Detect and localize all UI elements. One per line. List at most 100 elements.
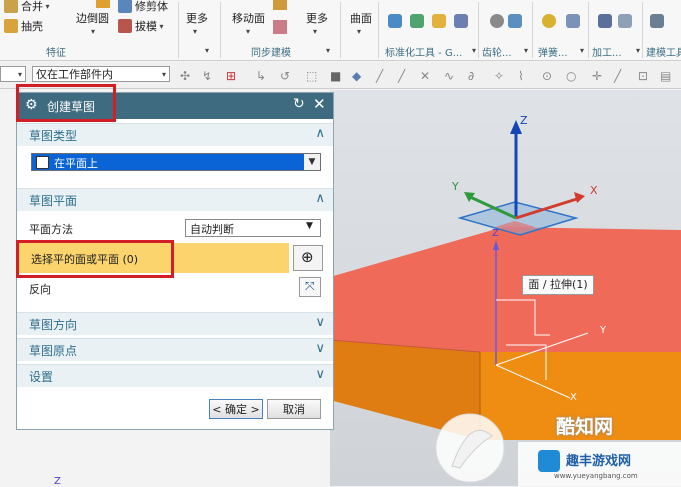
z-axis-label: Z	[520, 114, 528, 127]
reverse-direction-label: 反向	[29, 283, 51, 296]
box-top-face[interactable]	[330, 227, 681, 352]
watermark-url: www.yueyangbang.com	[554, 472, 638, 480]
group-label-spring: 弹簧...	[538, 48, 568, 59]
type-filter-combo[interactable]: ▾	[0, 66, 26, 82]
spring-tool-icon[interactable]	[566, 14, 580, 28]
polyline-icon[interactable]: ⌇	[518, 69, 524, 83]
std-tool-icon-2[interactable]	[410, 14, 424, 28]
section-sketch-origin[interactable]: 草图原点 ∨	[17, 338, 333, 361]
gear-icon[interactable]	[490, 14, 504, 28]
x-axis-label-secondary: X	[570, 392, 577, 403]
section-sketch-plane[interactable]: 草图平面 ∧	[17, 188, 333, 211]
chevron-down-icon: ∨	[315, 341, 325, 356]
chevron-down-icon: ▾	[157, 21, 164, 31]
view-cube-icon[interactable]: ◆	[352, 69, 361, 83]
merge-icon	[4, 0, 18, 13]
snap-point-icon[interactable]: ⊞	[226, 69, 236, 83]
grid-icon[interactable]: ⊡	[638, 69, 648, 83]
scope-filter-combo[interactable]: 仅在工作部件内 ▾	[32, 66, 170, 82]
chevron-down-icon: ▼	[306, 221, 313, 231]
more-button-2[interactable]: 更多	[306, 10, 328, 26]
surface-button[interactable]: 曲面	[350, 10, 372, 26]
settings-icon[interactable]: ✣	[180, 69, 190, 83]
replace-face-icon[interactable]	[273, 20, 287, 34]
watermark-brand-1: 酷知网	[556, 416, 614, 438]
chevron-down-icon: ▾	[43, 1, 50, 11]
gear-tool-icon[interactable]	[508, 14, 522, 28]
trim-body-button[interactable]: 修剪体	[118, 0, 168, 14]
rotate-icon[interactable]: ↺	[280, 69, 290, 83]
box-select-icon[interactable]: ⬚	[306, 69, 317, 83]
chevron-down-icon: ▼	[304, 154, 320, 170]
chevron-down-icon[interactable]: ▾	[326, 46, 330, 55]
group-label-gear: 齿轮...	[482, 48, 512, 59]
line-tool-2-icon[interactable]: ╱	[398, 69, 405, 83]
circle-icon[interactable]: ○	[566, 69, 576, 83]
shell-icon	[4, 19, 18, 33]
chevron-down-icon[interactable]: ▾	[636, 46, 640, 55]
section-sketch-orientation[interactable]: 草图方向 ∨	[17, 312, 333, 335]
chevron-down-icon: ▾	[313, 27, 318, 36]
plane-dialog-button[interactable]: ⊕	[293, 245, 323, 271]
machining-tool-icon[interactable]	[618, 14, 632, 28]
section-settings[interactable]: 设置 ∨	[17, 364, 333, 387]
chevron-down-icon: ▾	[17, 70, 22, 79]
crosshair-icon[interactable]: ✛	[592, 69, 602, 83]
std-tool-icon-4[interactable]	[454, 14, 468, 28]
plane-method-label: 平面方法	[29, 223, 73, 236]
chart-icon[interactable]: ▤	[660, 69, 671, 83]
plane-icon	[36, 156, 49, 169]
machining-icon[interactable]	[598, 14, 612, 28]
merge-button[interactable]: 合并 ▾	[4, 0, 50, 14]
std-tool-icon-3[interactable]	[432, 14, 446, 28]
line-tool-icon[interactable]: ╱	[376, 69, 383, 83]
move-icon[interactable]: ↳	[256, 69, 266, 83]
chevron-down-icon: ▾	[357, 27, 362, 36]
cancel-button[interactable]: 取消	[267, 399, 321, 419]
reset-icon[interactable]: ↻	[293, 96, 305, 112]
draft-button[interactable]: 拔模 ▾	[118, 18, 164, 34]
diagonal-icon[interactable]: ╱	[614, 69, 621, 83]
build-tool-icon[interactable]	[650, 14, 664, 28]
chevron-down-icon[interactable]: ▾	[472, 46, 476, 55]
annotation-highlight-title	[16, 84, 116, 122]
offset-face-icon[interactable]	[273, 0, 287, 10]
ok-button[interactable]: < 确定 >	[209, 399, 263, 419]
more-button-1[interactable]: 更多	[186, 10, 208, 26]
crosshair-icon: ⊕	[301, 248, 314, 266]
plane-method-select[interactable]: 自动判断 ▼	[185, 219, 321, 237]
chevron-up-icon: ∧	[315, 126, 325, 141]
select-icon[interactable]: ↯	[202, 69, 212, 83]
spring-icon[interactable]	[542, 14, 556, 28]
section-sketch-type[interactable]: 草图类型 ∧	[17, 123, 333, 146]
watermark: 酷知网 趣丰游戏网 www.yueyangbang.com	[430, 406, 681, 486]
z-axis-label-bottom: Z	[54, 476, 61, 487]
edge-blend-button[interactable]: 边倒圆	[76, 10, 109, 26]
selection-tooltip: 面 / 拉伸(1)	[522, 275, 594, 295]
move-face-button[interactable]: 移动面	[232, 10, 265, 26]
chevron-down-icon: ∨	[315, 367, 325, 382]
chevron-down-icon: ▾	[161, 70, 166, 79]
solid-cube-icon[interactable]: ■	[330, 69, 341, 83]
reverse-direction-button[interactable]: ⤧	[299, 277, 321, 297]
arc-icon[interactable]: ∂	[468, 69, 474, 83]
group-label-feature: 特征	[46, 48, 66, 59]
group-label-sync-modeling: 同步建模	[251, 48, 291, 59]
spline-icon[interactable]: ∿	[444, 69, 454, 83]
chevron-down-icon: ▾	[193, 27, 198, 36]
chevron-down-icon[interactable]: ▾	[580, 46, 584, 55]
chevron-down-icon[interactable]: ▾	[205, 46, 209, 55]
group-label-machining: 加工...	[592, 48, 622, 59]
curve-icon[interactable]: ✕	[420, 69, 430, 83]
x-axis-label: X	[590, 184, 598, 197]
chevron-down-icon: ∨	[315, 315, 325, 330]
y-axis-label: Y	[452, 180, 459, 193]
extract-button[interactable]: 抽壳	[4, 18, 43, 34]
sketch-type-select[interactable]: 在平面上 ▼	[31, 153, 321, 171]
group-label-build-tools: 建模工具	[646, 48, 681, 59]
circle-center-icon[interactable]: ⊙	[542, 69, 552, 83]
point-icon[interactable]: ✧	[494, 69, 504, 83]
close-icon[interactable]: ✕	[313, 95, 326, 113]
std-tool-icon-1[interactable]	[388, 14, 402, 28]
chevron-down-icon[interactable]: ▾	[524, 46, 528, 55]
